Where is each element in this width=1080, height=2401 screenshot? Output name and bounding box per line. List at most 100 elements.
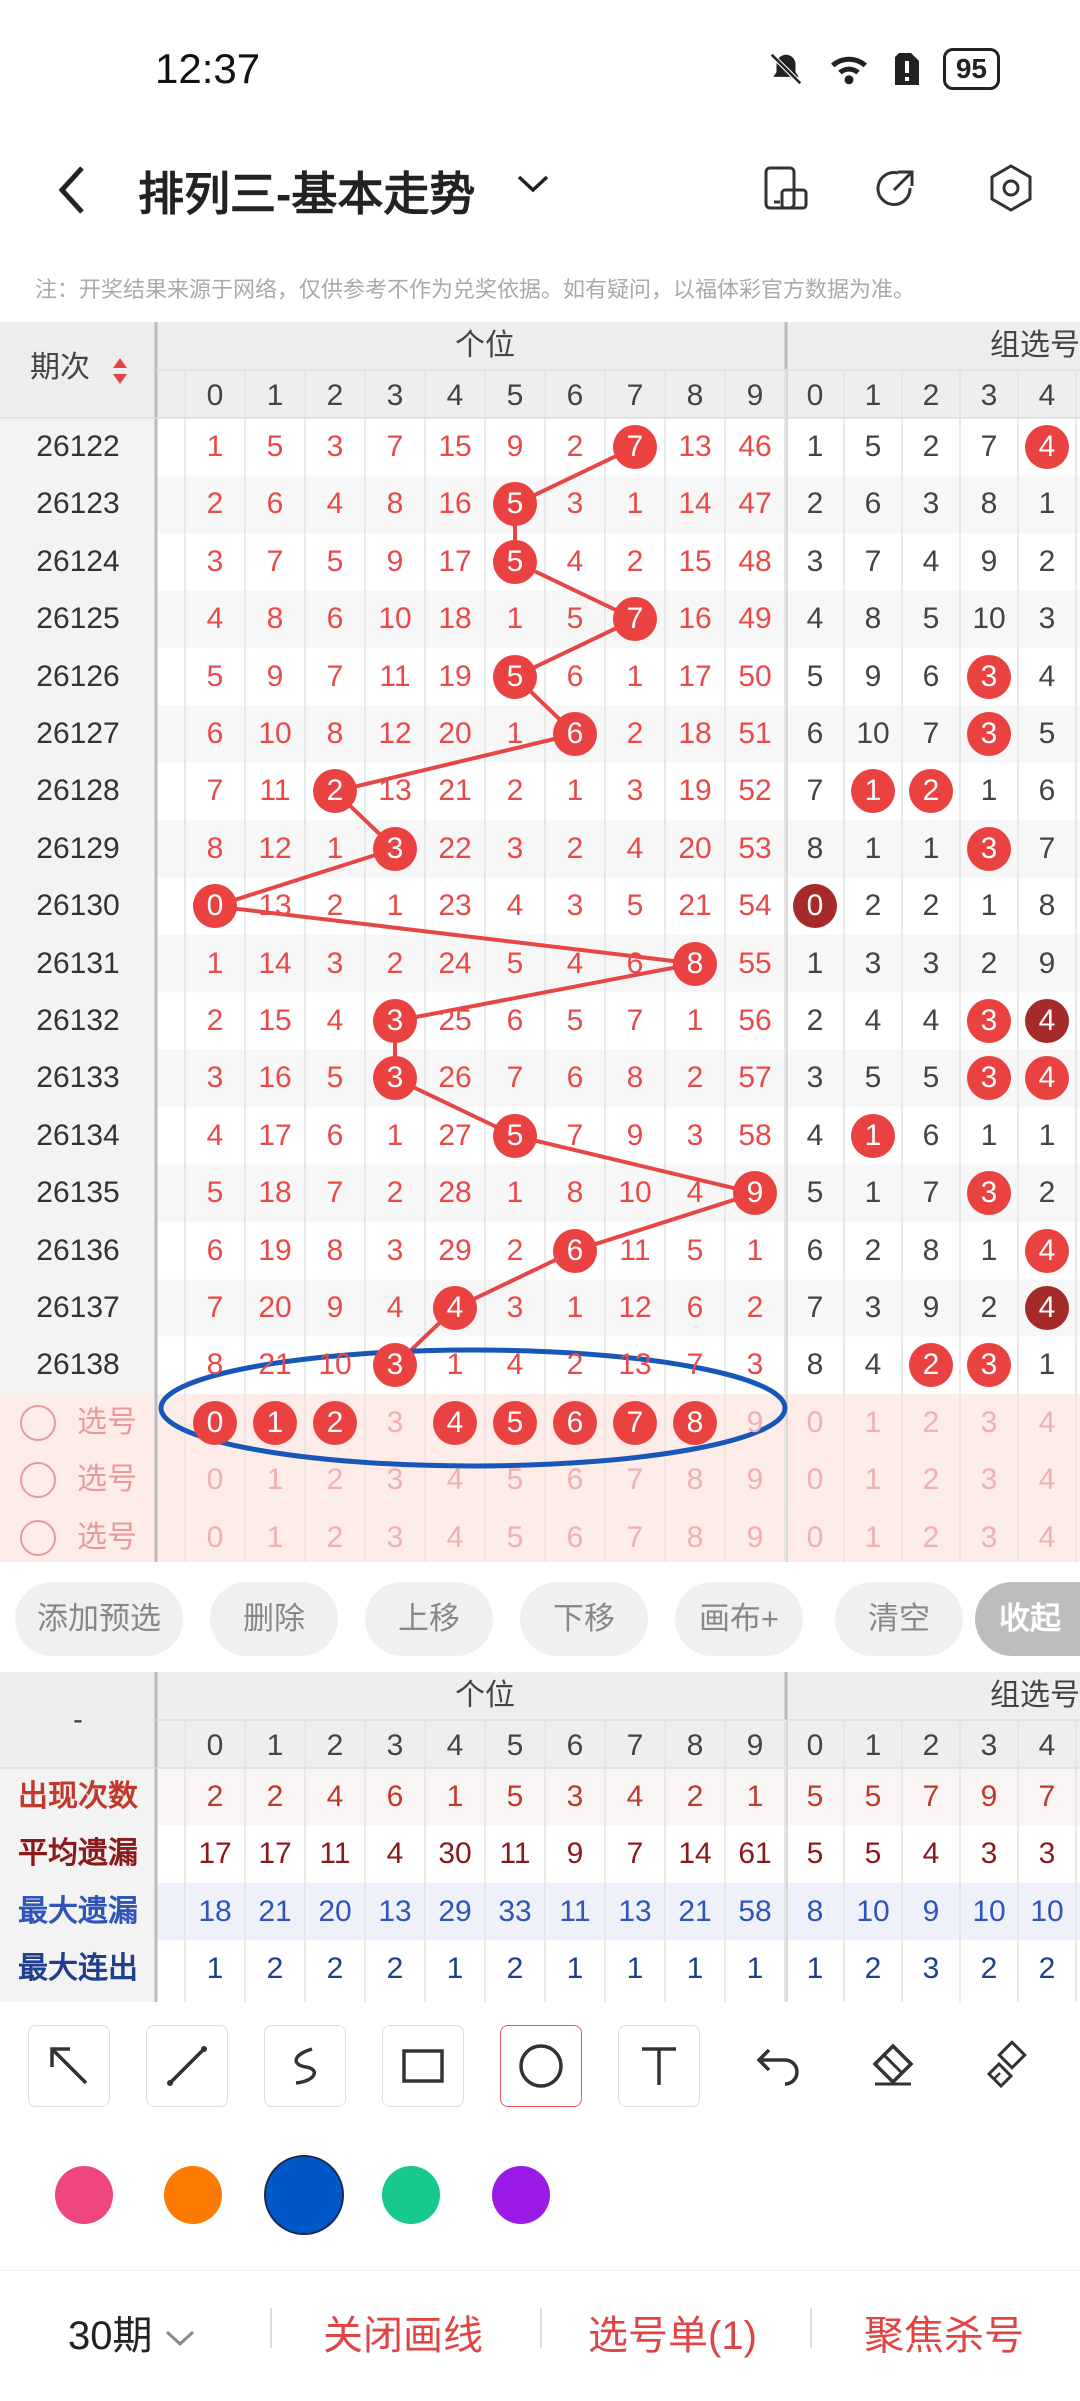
action-button-0[interactable]: 添加预选 bbox=[15, 1582, 183, 1656]
select-digit[interactable]: 9 bbox=[725, 1401, 785, 1445]
select-group-digit[interactable]: 3 bbox=[960, 1401, 1018, 1445]
select-group-digit[interactable]: 4 bbox=[1018, 1458, 1076, 1502]
selected-digit[interactable]: 1 bbox=[253, 1400, 297, 1445]
circle-tool-button[interactable] bbox=[500, 2025, 582, 2107]
group-miss-value: 2 bbox=[980, 946, 998, 980]
action-button-6[interactable]: 收起 bbox=[975, 1582, 1080, 1656]
select-digit[interactable]: 1 bbox=[245, 1458, 305, 1502]
select-digit[interactable]: 3 bbox=[365, 1516, 425, 1560]
select-radio[interactable] bbox=[20, 1519, 56, 1556]
select-radio[interactable] bbox=[20, 1462, 56, 1499]
digit-header: 4 bbox=[446, 1729, 464, 1762]
action-button-3[interactable]: 下移 bbox=[520, 1582, 648, 1656]
color-swatch-3[interactable] bbox=[382, 2166, 440, 2224]
clear-brush-tool-button[interactable] bbox=[970, 2025, 1050, 2105]
back-arrow-icon[interactable] bbox=[52, 160, 92, 220]
digit-header: 0 bbox=[206, 1729, 224, 1762]
group-miss-value: 4 bbox=[806, 1118, 824, 1152]
color-swatch-4[interactable] bbox=[492, 2166, 550, 2224]
selected-digit[interactable]: 0 bbox=[193, 1400, 237, 1445]
text-tool-button[interactable] bbox=[618, 2025, 700, 2107]
select-digit[interactable]: 5 bbox=[485, 1516, 545, 1560]
share-icon[interactable] bbox=[870, 162, 922, 214]
select-group-digit[interactable]: 4 bbox=[1018, 1401, 1076, 1445]
sort-icon[interactable] bbox=[112, 356, 128, 391]
eraser-tool-button[interactable] bbox=[852, 2025, 932, 2105]
miss-value: 12 bbox=[378, 717, 412, 750]
focus-kill-button[interactable]: 聚焦杀号 bbox=[864, 2303, 1024, 2361]
selected-digit[interactable]: 7 bbox=[613, 1400, 657, 1445]
select-group-digit[interactable]: 1 bbox=[844, 1516, 902, 1560]
select-digit[interactable]: 6 bbox=[545, 1458, 605, 1502]
arrow-tool-button[interactable] bbox=[28, 2025, 110, 2107]
miss-value: 20 bbox=[678, 831, 712, 865]
group-miss-value: 4 bbox=[864, 1004, 882, 1037]
select-digit[interactable]: 4 bbox=[425, 1516, 485, 1560]
select-digit[interactable]: 2 bbox=[305, 1458, 365, 1502]
page-title[interactable]: 排列三-基本走势 bbox=[138, 158, 475, 224]
period-select[interactable]: 30期 bbox=[68, 2303, 197, 2361]
select-group-digit[interactable]: 0 bbox=[786, 1458, 844, 1502]
miss-value: 17 bbox=[438, 544, 472, 578]
group-miss-value: 6 bbox=[806, 717, 824, 750]
stats-group-value: 5 bbox=[806, 1780, 824, 1813]
stats-value: 13 bbox=[378, 1894, 412, 1928]
action-button-4[interactable]: 画布+ bbox=[675, 1582, 803, 1656]
select-group-digit[interactable]: 3 bbox=[960, 1458, 1018, 1502]
select-group-digit[interactable]: 0 bbox=[786, 1516, 844, 1560]
select-digit[interactable]: 7 bbox=[605, 1516, 665, 1560]
screen-rotate-icon[interactable] bbox=[760, 162, 812, 214]
select-digit[interactable]: 0 bbox=[185, 1516, 245, 1560]
action-button-5[interactable]: 清空 bbox=[835, 1582, 963, 1656]
select-digit[interactable]: 7 bbox=[605, 1458, 665, 1502]
stats-group-value: 3 bbox=[922, 1952, 940, 1986]
selected-digit[interactable]: 8 bbox=[673, 1400, 717, 1445]
select-digit[interactable]: 8 bbox=[665, 1458, 725, 1502]
color-swatch-0[interactable] bbox=[55, 2166, 113, 2224]
select-digit[interactable]: 3 bbox=[365, 1401, 425, 1445]
miss-value: 4 bbox=[626, 831, 644, 865]
select-digit[interactable]: 9 bbox=[725, 1458, 785, 1502]
select-radio[interactable] bbox=[20, 1404, 56, 1441]
line-tool-button[interactable] bbox=[146, 2025, 228, 2107]
settings-icon[interactable] bbox=[985, 162, 1037, 214]
select-digit[interactable]: 4 bbox=[425, 1458, 485, 1502]
close-lines-button[interactable]: 关闭画线 bbox=[323, 2303, 483, 2361]
select-group-digit[interactable]: 2 bbox=[902, 1458, 960, 1502]
selected-digit[interactable]: 4 bbox=[433, 1400, 477, 1445]
undo-tool-button[interactable] bbox=[736, 2025, 816, 2105]
action-button-2[interactable]: 上移 bbox=[365, 1582, 493, 1656]
clock: 12:37 bbox=[155, 45, 261, 92]
miss-value: 55 bbox=[738, 946, 772, 980]
select-digit[interactable]: 9 bbox=[725, 1516, 785, 1560]
group-miss-value: 1 bbox=[980, 889, 998, 923]
select-group-digit[interactable]: 1 bbox=[844, 1401, 902, 1445]
select-group-digit[interactable]: 1 bbox=[844, 1458, 902, 1502]
stats-value: 11 bbox=[499, 1837, 531, 1871]
action-button-1[interactable]: 删除 bbox=[210, 1582, 338, 1656]
select-group-digit[interactable]: 2 bbox=[902, 1516, 960, 1560]
rectangle-tool-button[interactable] bbox=[382, 2025, 464, 2107]
select-group-digit[interactable]: 0 bbox=[786, 1401, 844, 1445]
select-digit[interactable]: 8 bbox=[665, 1516, 725, 1560]
curve-tool-button[interactable] bbox=[264, 2025, 346, 2107]
color-swatch-2[interactable] bbox=[264, 2155, 344, 2235]
selection-list-button[interactable]: 选号单(1) bbox=[588, 2303, 757, 2361]
selected-digit[interactable]: 6 bbox=[553, 1400, 597, 1445]
select-digit[interactable]: 2 bbox=[305, 1516, 365, 1560]
selected-digit[interactable]: 2 bbox=[313, 1400, 357, 1445]
selected-digit[interactable]: 5 bbox=[493, 1400, 537, 1445]
miss-value: 5 bbox=[326, 544, 344, 578]
period-header[interactable]: 期次 bbox=[30, 348, 160, 388]
select-group-digit[interactable]: 3 bbox=[960, 1516, 1018, 1560]
select-group-digit[interactable]: 4 bbox=[1018, 1516, 1076, 1560]
select-digit[interactable]: 5 bbox=[485, 1458, 545, 1502]
select-digit[interactable]: 6 bbox=[545, 1516, 605, 1560]
select-digit[interactable]: 3 bbox=[365, 1458, 425, 1502]
select-digit[interactable]: 0 bbox=[185, 1458, 245, 1502]
period-cell: 26135 bbox=[36, 1176, 120, 1210]
color-swatch-1[interactable] bbox=[164, 2166, 222, 2224]
select-digit[interactable]: 1 bbox=[245, 1516, 305, 1560]
select-group-digit[interactable]: 2 bbox=[902, 1401, 960, 1445]
chevron-down-icon[interactable] bbox=[515, 172, 551, 196]
